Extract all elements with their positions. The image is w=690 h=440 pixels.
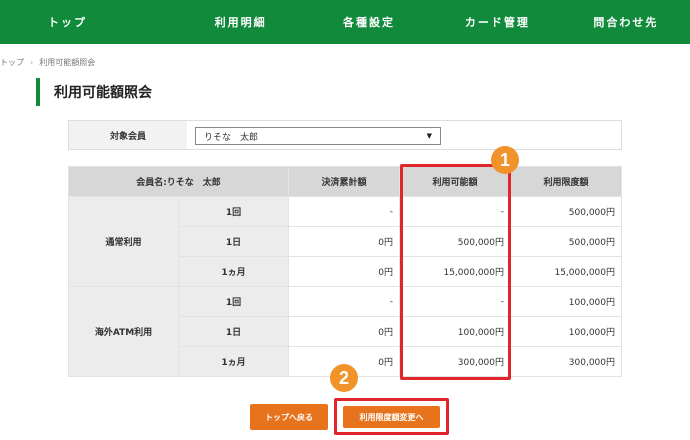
- cumulative-cell: 0円: [288, 256, 400, 287]
- nav-item-contact[interactable]: 問合わせ先: [562, 0, 690, 44]
- breadcrumb-home[interactable]: トップ: [0, 57, 24, 68]
- column-header-member: 会員名:りそな 太郎: [68, 166, 289, 197]
- available-column-highlight: [400, 164, 511, 380]
- limit-cell: 15,000,000円: [510, 256, 622, 287]
- member-select-row: 対象会員 りそな 太郎 ▼: [68, 120, 622, 150]
- change-limit-highlight: 利用限度額変更へ: [334, 398, 449, 435]
- limit-cell: 100,000円: [510, 286, 622, 317]
- nav-item-statements[interactable]: 利用明細: [176, 0, 304, 44]
- period-label: 1回: [178, 196, 289, 227]
- table-row: 通常利用 1回 - - 500,000円: [68, 196, 622, 287]
- cumulative-cell: -: [288, 196, 400, 227]
- period-label: 1回: [178, 286, 289, 317]
- callout-badge-2: 2: [330, 364, 358, 392]
- breadcrumb: トップ › 利用可能額照会: [0, 57, 95, 68]
- member-select-dropdown[interactable]: りそな 太郎 ▼: [195, 127, 441, 145]
- nav-item-settings[interactable]: 各種設定: [305, 0, 433, 44]
- change-limit-button[interactable]: 利用限度額変更へ: [343, 406, 440, 428]
- cumulative-cell: 0円: [288, 226, 400, 257]
- table-header-row: 会員名:りそな 太郎 決済累計額 利用可能額 利用限度額: [68, 166, 622, 197]
- callout-badge-1: 1: [491, 146, 519, 174]
- cumulative-cell: 0円: [288, 316, 400, 347]
- member-select-value: りそな 太郎: [204, 132, 259, 143]
- breadcrumb-current: 利用可能額照会: [39, 58, 96, 67]
- chevron-right-icon: ›: [30, 58, 34, 67]
- group-label-regular: 通常利用: [68, 196, 179, 287]
- back-to-top-button[interactable]: トップへ戻る: [250, 404, 328, 430]
- nav-item-top[interactable]: トップ: [0, 0, 176, 44]
- limit-cell: 300,000円: [510, 346, 622, 377]
- dropdown-arrow-icon: ▼: [426, 132, 432, 140]
- period-label: 1ヵ月: [178, 256, 289, 287]
- top-navigation: トップ 利用明細 各種設定 カード管理 問合わせ先: [0, 0, 690, 44]
- limit-cell: 100,000円: [510, 316, 622, 347]
- member-select-label: 対象会員: [69, 121, 187, 149]
- period-label: 1日: [178, 316, 289, 347]
- column-header-cumulative: 決済累計額: [288, 166, 400, 197]
- period-label: 1ヵ月: [178, 346, 289, 377]
- group-label-overseas-atm: 海外ATM利用: [68, 286, 179, 377]
- table-row: 海外ATM利用 1回 - - 100,000円: [68, 286, 622, 377]
- column-header-limit: 利用限度額: [510, 166, 622, 197]
- limit-cell: 500,000円: [510, 196, 622, 227]
- nav-item-card-management[interactable]: カード管理: [433, 0, 561, 44]
- period-label: 1日: [178, 226, 289, 257]
- cumulative-cell: -: [288, 286, 400, 317]
- limits-table: 会員名:りそな 太郎 決済累計額 利用可能額 利用限度額 通常利用 1回 - -…: [68, 166, 622, 377]
- limit-cell: 500,000円: [510, 226, 622, 257]
- page-title: 利用可能額照会: [36, 78, 152, 106]
